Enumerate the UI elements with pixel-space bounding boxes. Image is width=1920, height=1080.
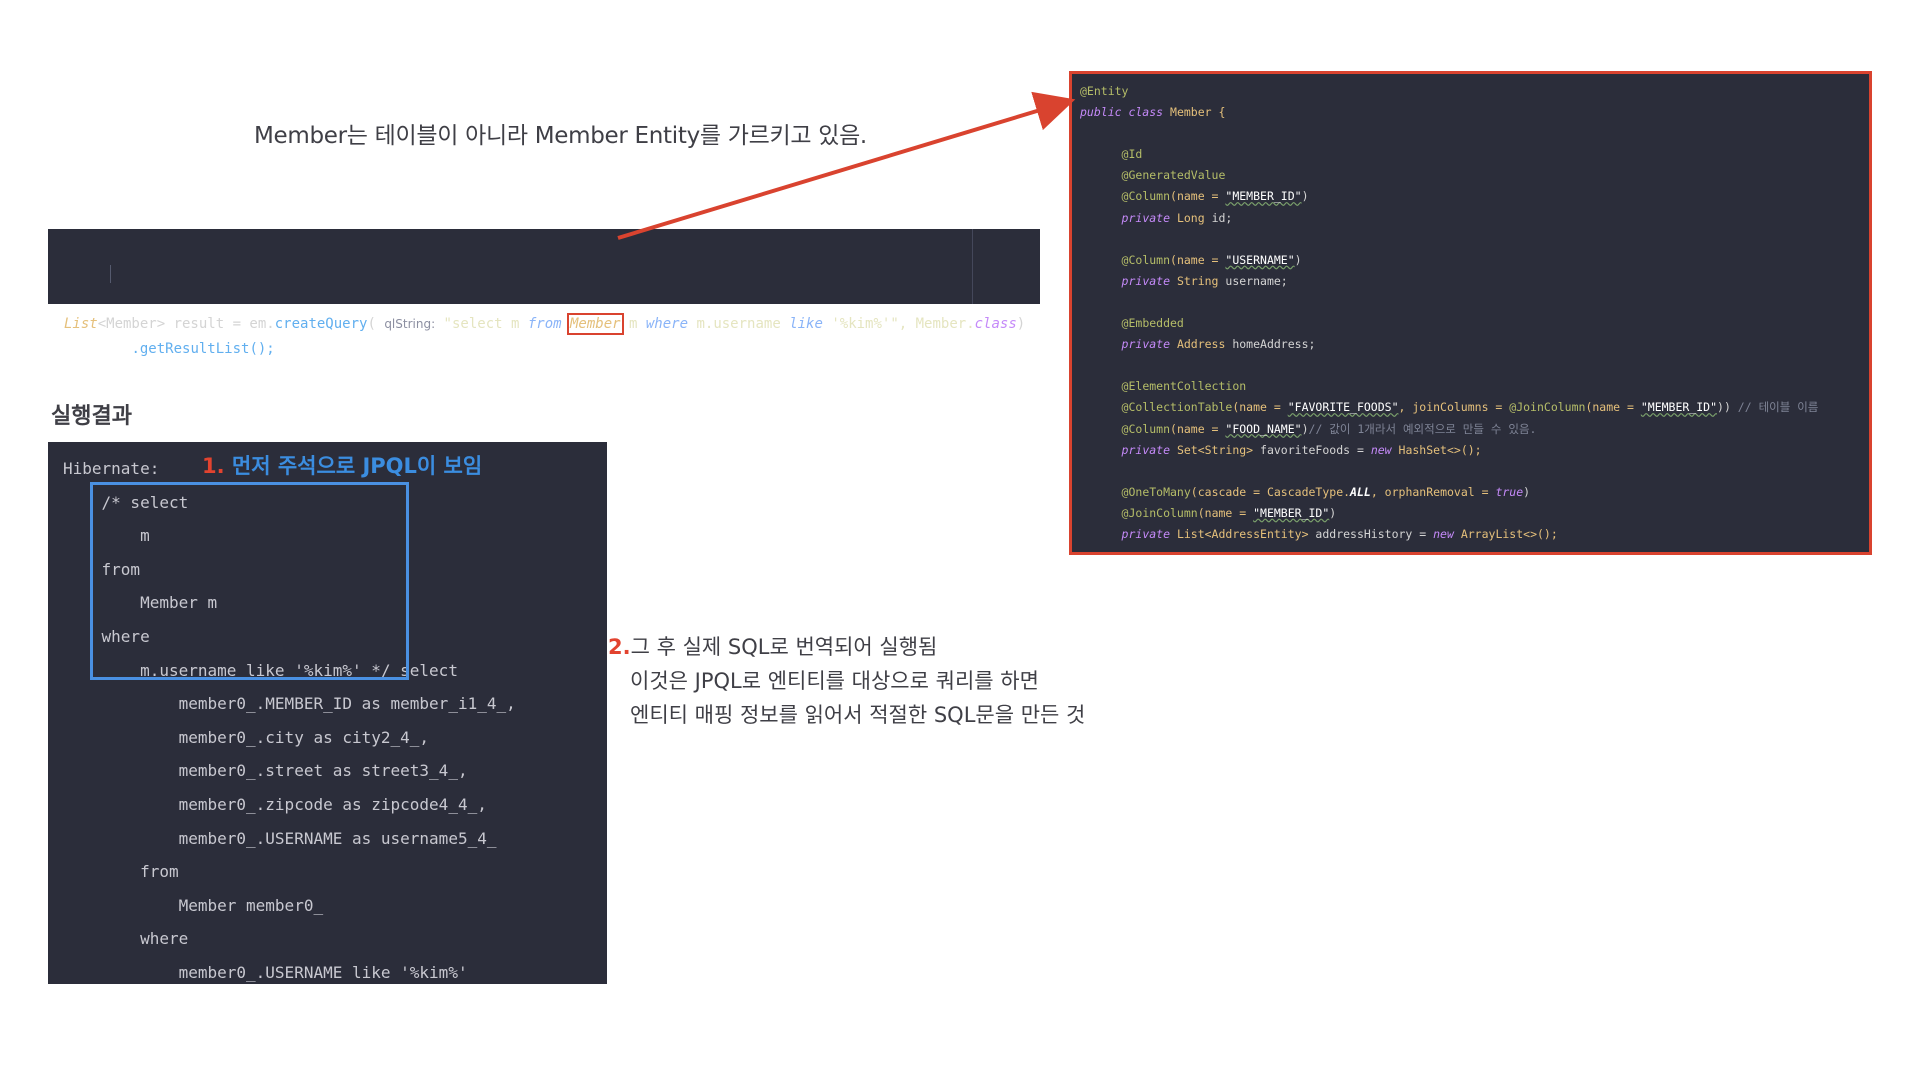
pointer-arrow: [617, 91, 1076, 240]
